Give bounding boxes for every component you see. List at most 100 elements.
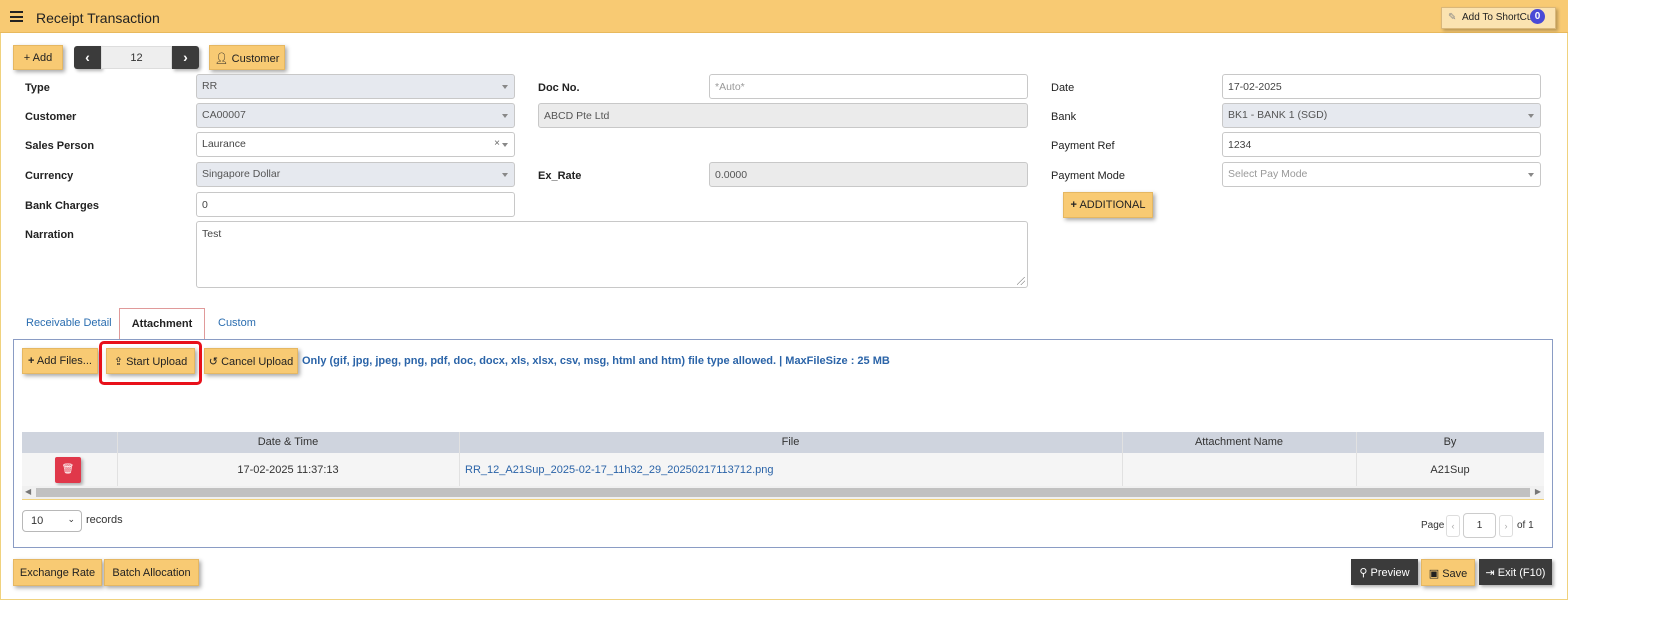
doc-no-label: Doc No. [538,82,580,94]
scroll-right-icon[interactable]: ▶ [1535,487,1541,496]
pencil-icon: ✎ [1448,12,1457,23]
chevron-right-icon: › [183,49,188,65]
page-label: Page [1421,520,1445,531]
sign-out-icon: ⇥ [1485,567,1495,579]
exchange-rate-label: Exchange Rate [19,567,96,579]
plus-icon: + [1070,199,1077,211]
column-header-file[interactable]: File [459,436,1122,448]
doc-no-placeholder: *Auto* [715,81,745,93]
add-button-label: + Add [23,52,53,64]
resize-grip-icon[interactable] [1017,277,1025,285]
customer-select[interactable]: CA00007 [196,103,515,128]
batch-allocation-label: Batch Allocation [112,567,191,579]
date-value: 17-02-2025 [1228,81,1282,93]
next-record-button[interactable]: › [172,46,199,69]
payment-ref-input[interactable]: 1234 [1222,132,1541,157]
cancel-upload-button[interactable]: ↺ Cancel Upload [204,348,298,374]
chevron-right-icon: › [1504,521,1508,531]
add-button[interactable]: + Add [13,45,63,70]
payment-ref-label: Payment Ref [1051,140,1115,152]
page-input[interactable]: 1 [1463,513,1496,538]
customer-label: Customer [25,111,77,123]
type-value: RR [202,80,218,92]
tab-receivable-detail[interactable]: Receivable Detail [26,317,112,329]
narration-value: Test [202,228,222,240]
page-size-value: 10 [31,515,44,527]
column-divider [1356,432,1357,486]
tab-custom[interactable]: Custom [218,317,256,329]
record-number[interactable]: 12 [101,46,172,69]
scrollbar-thumb[interactable] [36,488,1530,497]
sales-person-label: Sales Person [25,140,95,152]
next-page-button[interactable]: › [1499,515,1513,537]
shortcut-label: Add To ShortCut [1462,12,1536,23]
preview-label: Preview [1370,567,1410,579]
customer-value: CA00007 [202,109,246,121]
save-icon: ▣ [1428,568,1440,580]
scroll-left-icon[interactable]: ◀ [25,487,31,496]
customer-name-value: ABCD Pte Ltd [544,110,610,122]
currency-value: Singapore Dollar [202,168,281,180]
customer-name-field: ABCD Pte Ltd [538,103,1028,128]
bank-charges-input[interactable]: 0 [196,192,515,217]
exchange-rate-button[interactable]: Exchange Rate [13,559,102,586]
records-label: records [86,514,123,526]
preview-button[interactable]: ⚲ Preview [1351,559,1418,585]
save-button[interactable]: ▣ Save [1421,559,1475,586]
tab-attachment[interactable]: Attachment [119,308,205,340]
caret-down-icon [1528,173,1534,177]
narration-label: Narration [25,229,74,241]
exit-button[interactable]: ⇥ Exit (F10) [1479,559,1552,585]
caret-down-icon [502,173,508,177]
prev-page-button[interactable]: ‹ [1446,515,1460,537]
customer-button-label: Customer [231,53,280,65]
date-label: Date [1051,82,1075,94]
save-label: Save [1442,568,1468,580]
customer-button[interactable]: 👤︎ Customer [209,45,285,70]
cancel-upload-label: Cancel Upload [221,356,294,368]
caret-down-icon [502,114,508,118]
shortcut-count-badge: 0 [1530,9,1545,24]
cell-datetime: 17-02-2025 11:37:13 [237,464,339,476]
type-select[interactable]: RR [196,74,515,99]
user-icon: 👤︎ [214,53,229,65]
cell-by: A21Sup [1430,464,1470,476]
batch-allocation-button[interactable]: Batch Allocation [104,559,199,586]
column-divider [1122,432,1123,486]
chevron-left-icon: ‹ [85,49,90,65]
caret-down-icon [502,85,508,89]
page-of-label: of 1 [1517,520,1534,531]
sales-person-select[interactable]: Laurance × [196,132,515,157]
narration-textarea[interactable]: Test [196,221,1028,288]
column-header-datetime[interactable]: Date & Time [117,436,459,448]
start-upload-highlight [99,341,202,385]
currency-select[interactable]: Singapore Dollar [196,162,515,187]
column-header-by[interactable]: By [1356,436,1544,448]
prev-record-button[interactable]: ‹ [74,46,101,69]
date-input[interactable]: 17-02-2025 [1222,74,1541,99]
table-header: Date & Time File Attachment Name By [22,432,1544,453]
cell-file-link[interactable]: RR_12_A21Sup_2025-02-17_11h32_29_2025021… [465,464,774,476]
menu-icon[interactable] [10,11,23,22]
payment-mode-label: Payment Mode [1051,170,1125,182]
horizontal-scrollbar[interactable]: ◀ ▶ [22,486,1544,499]
additional-button[interactable]: + ADDITIONAL [1063,192,1153,218]
title-bar: Receipt Transaction [0,0,1568,33]
type-label: Type [25,82,50,94]
column-header-attachment-name[interactable]: Attachment Name [1122,436,1356,448]
column-divider [117,432,118,486]
ex-rate-field: 0.0000 [709,162,1028,187]
clear-icon[interactable]: × [494,138,500,149]
delete-attachment-button[interactable]: 🗑︎ [55,457,81,483]
payment-mode-select[interactable]: Select Pay Mode [1222,162,1541,187]
doc-no-input[interactable]: *Auto* [709,74,1028,99]
sales-person-value: Laurance [202,138,246,150]
currency-label: Currency [25,170,74,182]
caret-down-icon [1528,114,1534,118]
bank-value: BK1 - BANK 1 (SGD) [1228,109,1328,121]
attachment-table: Date & Time File Attachment Name By 🗑︎ 1… [22,432,1544,500]
additional-button-label: ADDITIONAL [1079,199,1146,211]
add-files-button[interactable]: + Add Files... [22,348,98,374]
page-size-select[interactable]: 10 ⌄ [22,510,82,532]
bank-select[interactable]: BK1 - BANK 1 (SGD) [1222,103,1541,128]
